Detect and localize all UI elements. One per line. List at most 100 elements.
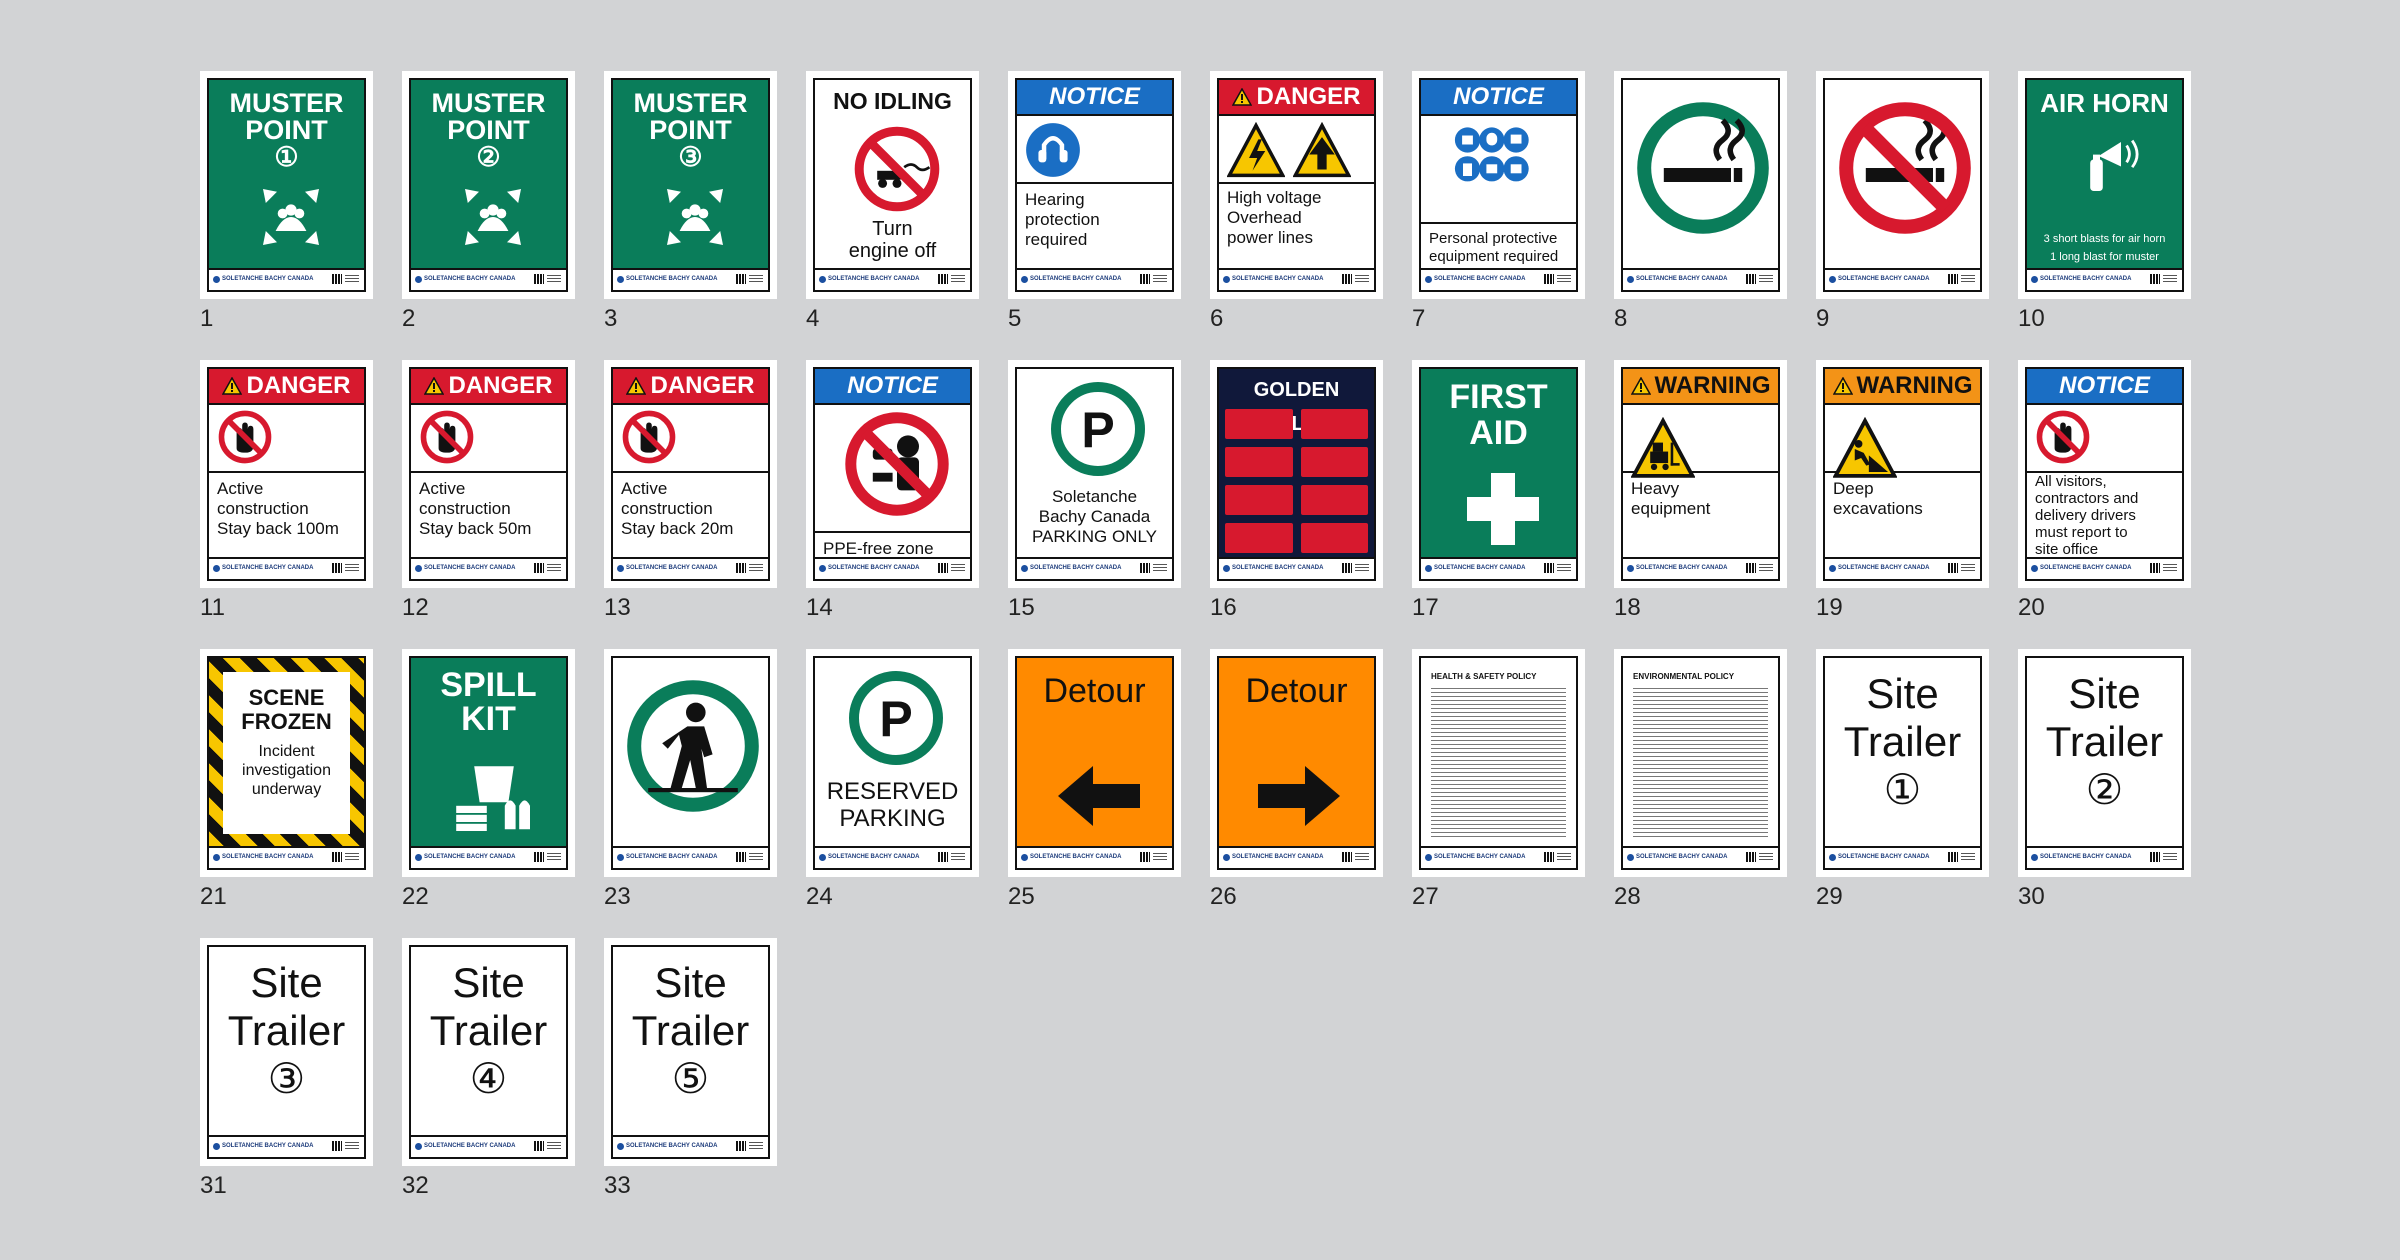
sign-card-10[interactable]: AIR HORN 3 short blasts for air horn 1 lon… [2018,71,2191,334]
sign-card-15[interactable]: P Soletanche Bachy Canada PARKING ONLY SOLET… [1008,360,1181,623]
sign-card-31[interactable]: Site Trailer ③ SOLETANCHE BACHY CANADA 31 [200,938,373,1201]
sign-text: Site Trailer ⑤ [615,959,766,1103]
sign-card-8[interactable]: SOLETANCHE BACHY CANADA 8 [1614,71,1787,334]
sign-frame: ENVIRONMENTAL POLICY SOLETANCHE BACHY CAN… [1614,649,1787,877]
sign-card-32[interactable]: Site Trailer ④ SOLETANCHE BACHY CANADA 32 [402,938,575,1201]
sign-number: 14 [806,594,833,621]
sign-footer: SOLETANCHE BACHY CANADA [1825,846,1980,868]
sign-face: MUSTER POINT ① SOLETANCHE BACHY CANADA [207,78,366,292]
sign-number: 29 [1816,883,1843,910]
company-logo-icon [1627,565,1634,572]
sign-frame: SPILL KIT SOLETANCHE BACHY CANADA [402,649,575,877]
sign-card-4[interactable]: NO IDLING Turn engine off SOLETANCHE BACHY … [806,71,979,334]
sign-card-12[interactable]: DANGER Active construction Stay back 50m SOL… [402,360,575,623]
sign-card-16[interactable]: GOLDEN RULES SOLETANCHE BACHY CANADA 16 [1210,360,1383,623]
sign-frame: Site Trailer ① SOLETANCHE BACHY CANADA [1816,649,1989,877]
sign-card-24[interactable]: P RESERVED PARKING SOLETANCHE BACHY CANADA 2… [806,649,979,912]
excavation-icon [1832,416,1898,486]
sign-card-2[interactable]: MUSTER POINT ② SOLETANCHE BACHY CANADA 2 [402,71,575,334]
sign-card-21[interactable]: SCENE FROZEN Incident investigation underway… [200,649,373,912]
company-logo-icon [1425,276,1432,283]
sign-face: Detour SOLETANCHE BACHY CANADA [1217,656,1376,870]
sign-card-27[interactable]: HEALTH & SAFETY POLICY SOLETANCHE BACHY C… [1412,649,1585,912]
sign-text-line: Overhead [1227,208,1302,227]
sign-card-17[interactable]: FIRST AID SOLETANCHE BACHY CANADA 17 [1412,360,1585,623]
sign-frame: SOLETANCHE BACHY CANADA [604,649,777,877]
sign-card-9[interactable]: SOLETANCHE BACHY CANADA 9 [1816,71,1989,334]
sign-face: SPILL KIT SOLETANCHE BACHY CANADA [409,656,568,870]
sign-frame: Site Trailer ② SOLETANCHE BACHY CANADA [2018,649,2191,877]
sign-card-6[interactable]: DANGER High voltage Overhead power lines SOL… [1210,71,1383,334]
sign-body: NOTICE PPE-free zone [815,369,970,559]
sign-card-7[interactable]: NOTICE Personal protective equipment requi… [1412,71,1585,334]
sign-frame: WARNING Heavy equipment SOLETANCHE BACHY CA… [1614,360,1787,588]
sign-number: 21 [200,883,227,910]
sign-card-19[interactable]: WARNING Deep excavations SOLETANCHE BACHY C… [1816,360,1989,623]
sign-body: NOTICE Personal protective equipment requi… [1421,80,1576,270]
high-voltage-icon [1226,121,1286,185]
sign-face: P Soletanche Bachy Canada PARKING ONLY SOLET… [1015,367,1174,581]
sign-header: DANGER [1219,80,1374,114]
company-logo-icon [415,854,422,861]
sign-text: Heavy equipment [1631,479,1772,519]
sign-card-28[interactable]: ENVIRONMENTAL POLICY SOLETANCHE BACHY CAN… [1614,649,1787,912]
sign-text: Site Trailer ② [2029,670,2180,814]
sign-title: Detour [1245,672,1348,710]
muster-arrows-icon [458,182,528,257]
sign-footer: SOLETANCHE BACHY CANADA [613,1135,768,1157]
sign-text-line: Personal protective [1429,230,1558,247]
qr-code-icon [1342,563,1352,573]
company-logo-icon [2031,854,2038,861]
sign-face: SCENE FROZEN Incident investigation underway… [207,656,366,870]
sign-body: MUSTER POINT ② [411,80,566,270]
sign-card-29[interactable]: Site Trailer ① SOLETANCHE BACHY CANADA 29 [1816,649,1989,912]
sign-number: 26 [1210,883,1237,910]
sign-text-line: POINT [245,115,328,145]
sign-text-line: PPE-free zone [823,539,934,558]
sign-card-5[interactable]: NOTICE Hearing protection required SOLETANCH… [1008,71,1181,334]
rule-tile [1300,523,1368,553]
sign-text-line: Stay back 100m [217,519,339,538]
sign-face: DANGER High voltage Overhead power lines SOL… [1217,78,1376,292]
sign-card-1[interactable]: MUSTER POINT ① SOLETANCHE BACHY CANADA 1 [200,71,373,334]
sign-card-20[interactable]: NOTICE All visitors, contractors and delive… [2018,360,2191,623]
no-ppe-icon [842,409,952,524]
header-label: NOTICE [2059,372,2150,399]
qr-caption [345,275,359,283]
header-label: WARNING [1856,372,1973,399]
sign-body: Detour [1219,658,1374,848]
sign-card-18[interactable]: WARNING Heavy equipment SOLETANCHE BACHY CA… [1614,360,1787,623]
sign-frame: NOTICE PPE-free zone SOLETANCHE BACHY CANA… [806,360,979,588]
sign-card-33[interactable]: Site Trailer ⑤ SOLETANCHE BACHY CANADA 33 [604,938,777,1201]
sign-number: 7 [1412,305,1426,332]
sign-text-line: AID [1469,414,1528,452]
sign-card-23[interactable]: SOLETANCHE BACHY CANADA 23 [604,649,777,912]
header-label: WARNING [1654,372,1771,399]
qr-caption [2163,853,2177,861]
sign-card-26[interactable]: Detour SOLETANCHE BACHY CANADA 26 [1210,649,1383,912]
sign-card-30[interactable]: Site Trailer ② SOLETANCHE BACHY CANADA 30 [2018,649,2191,912]
sign-card-25[interactable]: Detour SOLETANCHE BACHY CANADA 25 [1008,649,1181,912]
brand-label: SOLETANCHE BACHY CANADA [424,276,516,282]
sign-body: NOTICE All visitors, contractors and delive… [2027,369,2182,559]
sign-face: FIRST AID SOLETANCHE BACHY CANADA [1419,367,1578,581]
qr-code-icon [2150,563,2160,573]
sign-text: Hearing protection required [1025,190,1166,250]
sign-number: 19 [1816,594,1843,621]
sign-body: P RESERVED PARKING [815,658,970,848]
sign-body: GOLDEN RULES [1219,369,1374,559]
sign-body: MUSTER POINT ① [209,80,364,270]
sign-card-13[interactable]: DANGER Active construction Stay back 20m SOL… [604,360,777,623]
brand-label: SOLETANCHE BACHY CANADA [222,854,314,860]
arrow-left-icon [1033,746,1163,851]
sign-card-22[interactable]: SPILL KIT SOLETANCHE BACHY CANADA 22 [402,649,575,912]
sign-footer: SOLETANCHE BACHY CANADA [1017,846,1172,868]
sign-card-14[interactable]: NOTICE PPE-free zone SOLETANCHE BACHY CANA… [806,360,979,623]
parking-icon: P [846,668,946,773]
sign-card-3[interactable]: MUSTER POINT ③ SOLETANCHE BACHY CANADA 3 [604,71,777,334]
brand-label: SOLETANCHE BACHY CANADA [1434,565,1526,571]
sign-card-11[interactable]: DANGER Active construction Stay back 100m SO… [200,360,373,623]
sign-frame: MUSTER POINT ③ SOLETANCHE BACHY CANADA [604,71,777,299]
company-logo-icon [819,276,826,283]
sign-face: SOLETANCHE BACHY CANADA [611,656,770,870]
